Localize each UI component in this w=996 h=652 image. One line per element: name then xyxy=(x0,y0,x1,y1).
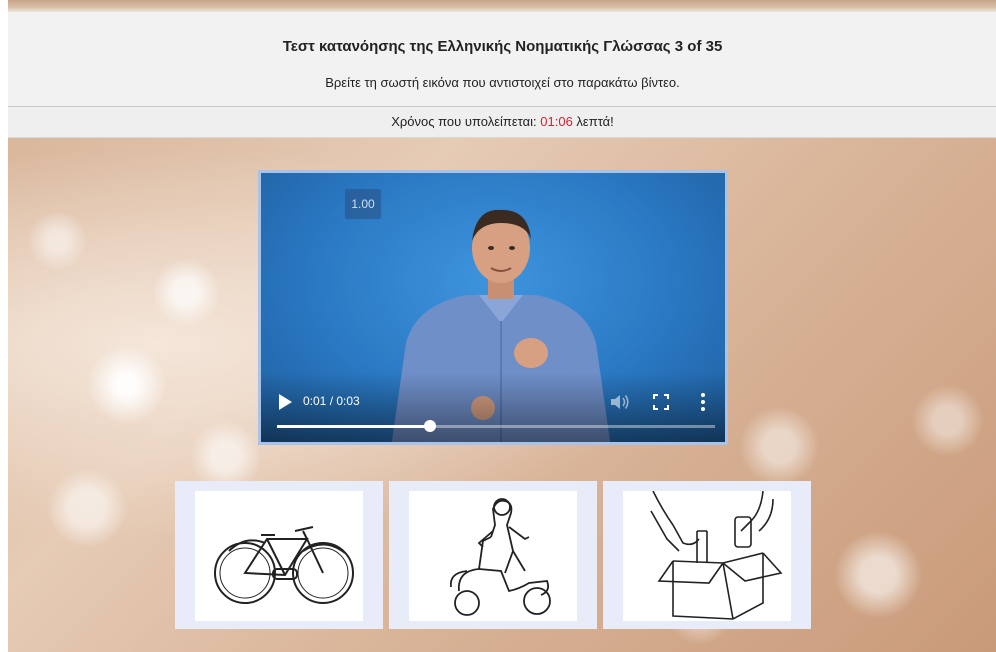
video-progress-bar[interactable] xyxy=(277,420,715,432)
video-time-display: 0:01 / 0:03 xyxy=(303,394,360,408)
timer-value: 01:06 xyxy=(540,114,573,129)
choice-box-packing[interactable] xyxy=(603,481,811,629)
timer-prefix: Χρόνος που υπολείπεται: xyxy=(391,114,541,129)
choice-bicycle[interactable] xyxy=(175,481,383,629)
page-instructions: Βρείτε τη σωστή εικόνα που αντιστοιχεί σ… xyxy=(325,75,680,90)
box-packing-illustration xyxy=(650,491,783,620)
top-decorative-line xyxy=(8,0,996,12)
page-header: Τεστ κατανόησης της Ελληνικής Νοηματικής… xyxy=(8,12,996,107)
choice-scooter-rider[interactable] xyxy=(389,481,597,629)
playback-speed-badge[interactable]: 1.00 xyxy=(345,189,381,219)
choice-image-frame xyxy=(195,491,363,621)
timer-bar: Χρόνος που υπολείπεται: 01:06 λεπτά! xyxy=(8,107,996,138)
play-icon[interactable] xyxy=(277,393,293,411)
more-options-icon[interactable] xyxy=(699,392,707,412)
volume-icon[interactable] xyxy=(609,392,631,412)
app-frame: Τεστ κατανόησης της Ελληνικής Νοηματικής… xyxy=(8,0,996,652)
choice-image-frame xyxy=(409,491,577,621)
video-progress-fill xyxy=(277,425,431,428)
bicycle-illustration xyxy=(214,526,354,604)
choice-image-frame xyxy=(623,491,791,621)
fullscreen-icon[interactable] xyxy=(653,394,669,410)
timer-suffix: λεπτά! xyxy=(572,114,614,129)
scooter-rider-illustration xyxy=(449,498,551,616)
answer-choices xyxy=(175,481,815,629)
sign-language-video-player[interactable]: 1.00 0:01 / 0:03 xyxy=(258,170,728,445)
page-title: Τεστ κατανόησης της Ελληνικής Νοηματικής… xyxy=(282,38,723,55)
